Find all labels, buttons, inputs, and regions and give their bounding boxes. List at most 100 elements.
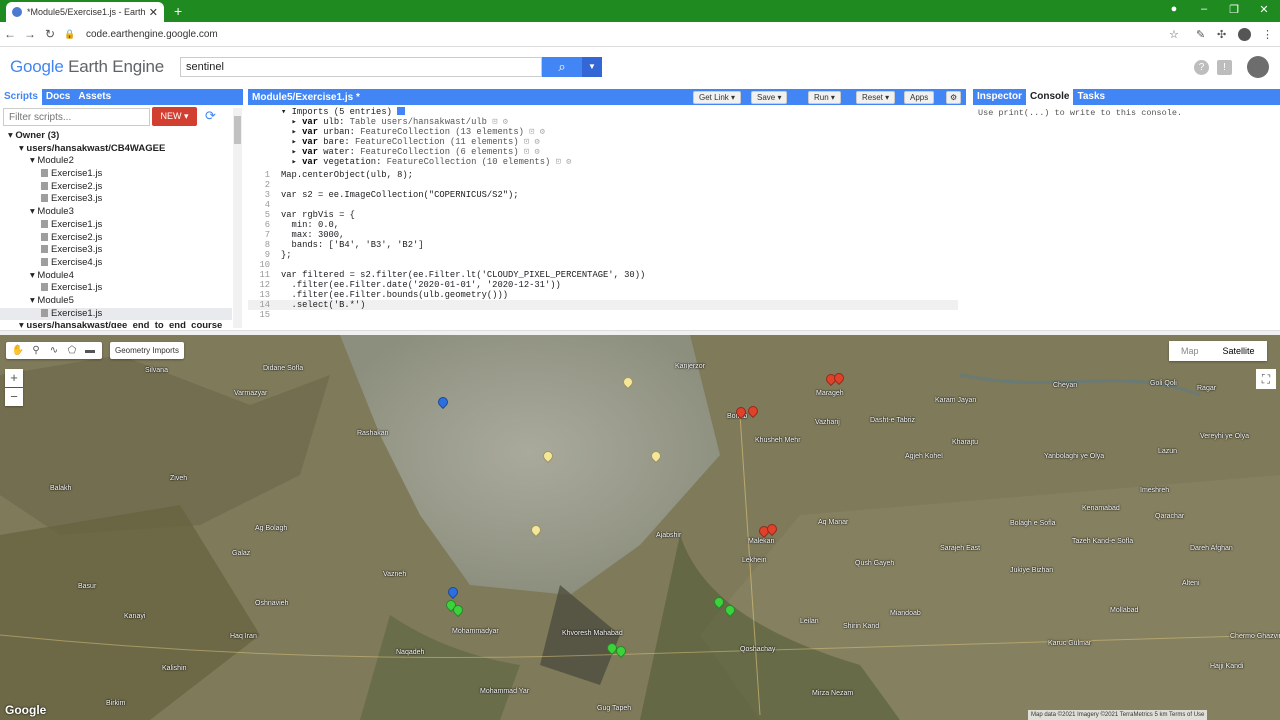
import-entry[interactable]: ▸ var vegetation: FeatureCollection (10 … xyxy=(248,157,958,167)
file-icon xyxy=(41,219,48,228)
map-attribution[interactable]: Map data ©2021 Imagery ©2021 TerraMetric… xyxy=(1028,710,1208,720)
script-folder-item[interactable]: ▾ users/hansakwast/CB4WAGEE xyxy=(0,143,232,156)
code-line[interactable]: 6 min: 0.0, xyxy=(248,220,958,230)
script-file-item[interactable]: Exercise3.js xyxy=(0,193,232,206)
reset-button[interactable]: Reset ▾ xyxy=(856,91,896,104)
map-view[interactable]: Silvana Didane Sofla Varmazyar Rashakan … xyxy=(0,335,1280,720)
code-line[interactable]: 15 xyxy=(248,310,958,320)
code-line[interactable]: 10 xyxy=(248,260,958,270)
browser-tab[interactable]: *Module5/Exercise1.js - Earth Engi ✕ xyxy=(6,2,164,22)
fullscreen-icon[interactable]: ⛶ xyxy=(1256,369,1276,389)
url-field[interactable]: code.earthengine.google.com xyxy=(86,29,218,40)
script-folder-item[interactable]: ▾ Module4 xyxy=(0,270,232,283)
hand-pan-icon[interactable]: ✋ xyxy=(9,343,27,358)
script-folder-item[interactable]: ▾ Owner (3) xyxy=(0,130,232,143)
reload-icon[interactable]: ↻ xyxy=(40,27,60,41)
lock-icon[interactable]: 🔒 xyxy=(60,29,80,40)
close-tab-icon[interactable]: ✕ xyxy=(149,6,158,19)
profile-avatar-icon[interactable] xyxy=(1238,28,1251,41)
imports-section[interactable]: ▾ Imports (5 entries) xyxy=(248,107,958,117)
script-file-item[interactable]: Exercise2.js xyxy=(0,181,232,194)
apps-button[interactable]: Apps xyxy=(904,91,935,104)
zoom-out-button[interactable]: − xyxy=(5,388,23,406)
user-avatar[interactable] xyxy=(1247,56,1269,78)
map-type-satellite[interactable]: Satellite xyxy=(1211,341,1267,361)
draw-polygon-icon[interactable]: ⬠ xyxy=(63,343,81,358)
code-line[interactable]: 9}; xyxy=(248,250,958,260)
code-line[interactable]: 2 xyxy=(248,180,958,190)
script-folder-item[interactable]: ▾ Module3 xyxy=(0,206,232,219)
code-line[interactable]: 8 bands: ['B4', 'B3', 'B2'] xyxy=(248,240,958,250)
tab-scripts[interactable]: Scripts xyxy=(0,89,42,105)
code-line[interactable]: 4 xyxy=(248,200,958,210)
tree-item-label: Exercise1.js xyxy=(51,282,103,294)
search-button[interactable]: ⌕ xyxy=(542,57,582,77)
script-file-item[interactable]: Exercise1.js xyxy=(0,168,232,181)
bookmark-star-icon[interactable]: ☆ xyxy=(1169,28,1179,41)
run-button[interactable]: Run ▾ xyxy=(808,91,841,104)
app-logo[interactable]: Google Earth Engine xyxy=(10,57,164,77)
code-line[interactable]: 1 Map.centerObject(ulb, 8); xyxy=(248,170,958,180)
code-line[interactable]: 7 max: 3000, xyxy=(248,230,958,240)
draw-line-icon[interactable]: ∿ xyxy=(45,343,63,358)
code-line[interactable]: 14 .select('B.*') xyxy=(248,300,958,310)
import-entry[interactable]: ▸ var urban: FeatureCollection (13 eleme… xyxy=(248,127,958,137)
get-link-button[interactable]: Get Link ▾ xyxy=(693,91,742,104)
tree-item-label: Exercise2.js xyxy=(51,180,103,192)
puzzle-icon[interactable]: ✣ xyxy=(1217,28,1226,41)
code-editor[interactable]: ▾ Imports (5 entries) ▸ var ulb: Table u… xyxy=(248,105,958,327)
zoom-in-button[interactable]: + xyxy=(5,369,23,387)
scrollbar-thumb[interactable] xyxy=(234,116,241,144)
script-file-item[interactable]: Exercise3.js xyxy=(0,244,232,257)
script-folder-item[interactable]: ▾ Module2 xyxy=(0,155,232,168)
feedback-icon[interactable]: ! xyxy=(1217,60,1232,75)
map-label: Khusheh Mehr xyxy=(755,437,801,444)
browser-menu-icon[interactable]: ⋮ xyxy=(1262,28,1273,41)
search-input[interactable] xyxy=(180,57,542,77)
script-folder-item[interactable]: ▾ users/hansakwast/gee_end_to_end_course xyxy=(0,320,232,328)
file-icon xyxy=(41,181,48,190)
tab-docs[interactable]: Docs xyxy=(42,89,74,105)
minimize-icon[interactable]: – xyxy=(1194,3,1214,15)
draw-rectangle-icon[interactable]: ▬ xyxy=(81,343,99,358)
console-hint: Use print(...) to write to this console. xyxy=(978,108,1183,118)
code-line[interactable]: 13 .filter(ee.Filter.bounds(ulb.geometry… xyxy=(248,290,958,300)
code-line[interactable]: 3 var s2 = ee.ImageCollection("COPERNICUS… xyxy=(248,190,958,200)
geometry-imports-button[interactable]: Geometry Imports xyxy=(110,342,185,359)
map-label: Miandoab xyxy=(890,610,921,617)
forward-icon[interactable]: → xyxy=(20,27,40,41)
import-entry[interactable]: ▸ var ulb: Table users/hansakwast/ulb ⊡ … xyxy=(248,117,958,127)
back-icon[interactable]: ← xyxy=(0,27,20,41)
refresh-icon[interactable]: ⟳ xyxy=(205,108,216,124)
profile-dot-icon[interactable]: ● xyxy=(1164,3,1184,15)
new-tab-icon[interactable]: + xyxy=(174,3,182,19)
maximize-icon[interactable]: ❐ xyxy=(1224,3,1244,16)
script-file-item[interactable]: Exercise1.js xyxy=(0,307,232,321)
help-icon[interactable]: ? xyxy=(1194,60,1209,75)
code-line[interactable]: 12 .filter(ee.Filter.date('2020-01-01', … xyxy=(248,280,958,290)
import-entry[interactable]: ▸ var water: FeatureCollection (6 elemen… xyxy=(248,147,958,157)
map-type-map[interactable]: Map xyxy=(1169,341,1211,361)
tab-console[interactable]: Console xyxy=(1026,89,1074,105)
search-dropdown-icon[interactable]: ▼ xyxy=(582,57,602,77)
scrollbar[interactable] xyxy=(233,108,242,328)
save-button[interactable]: Save ▾ xyxy=(751,91,788,104)
filter-scripts-input[interactable] xyxy=(3,108,150,126)
settings-gear-icon[interactable]: ⚙ xyxy=(946,91,962,104)
new-script-button[interactable]: NEW ▾ xyxy=(152,107,197,126)
tab-assets[interactable]: Assets xyxy=(74,89,115,105)
script-file-item[interactable]: Exercise1.js xyxy=(0,282,232,295)
script-file-item[interactable]: Exercise1.js xyxy=(0,219,232,232)
extension-icon[interactable]: ✎ xyxy=(1196,28,1205,41)
code-line[interactable]: 11 var filtered = s2.filter(ee.Filter.lt(… xyxy=(248,270,958,280)
import-entry[interactable]: ▸ var bare: FeatureCollection (11 elemen… xyxy=(248,137,958,147)
script-file-item[interactable]: Exercise2.js xyxy=(0,232,232,245)
tab-tasks[interactable]: Tasks xyxy=(1073,89,1109,105)
close-window-icon[interactable]: ✕ xyxy=(1254,3,1274,16)
tab-inspector[interactable]: Inspector xyxy=(973,89,1026,105)
script-folder-item[interactable]: ▾ Module5 xyxy=(0,295,232,308)
code-line[interactable]: 5 var rgbVis = { xyxy=(248,210,958,220)
imports-header[interactable]: Imports (5 entries) xyxy=(292,107,392,117)
point-marker-icon[interactable]: ⚲ xyxy=(27,343,45,358)
script-file-item[interactable]: Exercise4.js xyxy=(0,257,232,270)
